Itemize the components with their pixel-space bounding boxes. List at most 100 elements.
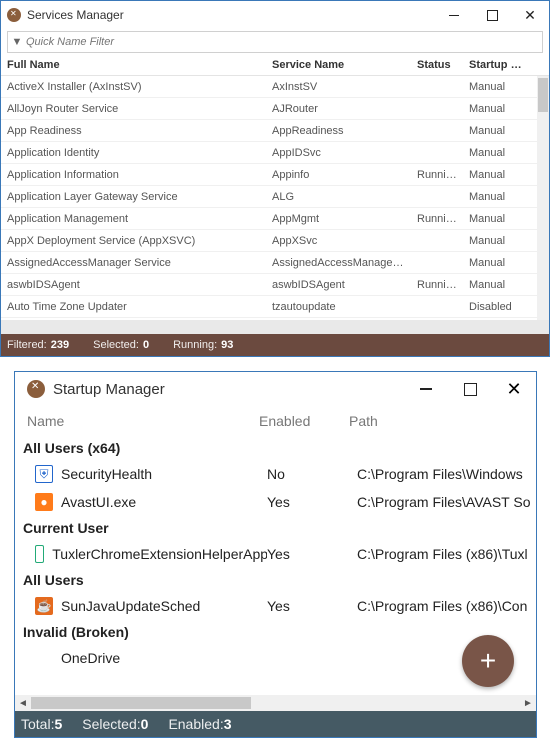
total-label: Total: (15, 716, 54, 732)
list-item[interactable]: ☕SunJavaUpdateSchedYesC:\Program Files (… (15, 592, 536, 620)
list-item[interactable]: OneDrive (15, 644, 536, 672)
cell-startup: Manual (463, 103, 533, 115)
minimize-button[interactable] (435, 1, 473, 29)
col-startup[interactable]: Startup Type (463, 59, 533, 71)
app-icon (27, 380, 45, 398)
cell-startup: Manual (463, 213, 533, 225)
section-header: Invalid (Broken) (15, 620, 536, 644)
status-bar: Total: 5 Selected: 0 Enabled: 3 (15, 711, 536, 737)
cell-enabled: Yes (267, 546, 357, 562)
table-row[interactable]: AssignedAccessManager ServiceAssignedAcc… (1, 252, 549, 274)
section-header: Current User (15, 516, 536, 540)
table-body: ActiveX Installer (AxInstSV)AxInstSV Manu… (1, 76, 549, 320)
cell-path: C:\Program Files (x86)\Con (357, 598, 536, 614)
cell-status: Running (411, 279, 463, 291)
section-header: All Users (x64) (15, 436, 536, 460)
cell-path: C:\Program Files (x86)\Tuxl (357, 546, 536, 562)
vertical-scrollbar[interactable] (537, 76, 549, 320)
cell-fullname: AllJoyn Router Service (1, 103, 266, 115)
enabled-value: 3 (224, 716, 246, 732)
cell-servicename: tzautoupdate (266, 301, 411, 313)
cell-fullname: App Readiness (1, 125, 266, 137)
window-title: Services Manager (27, 8, 435, 22)
cell-fullname: ActiveX Installer (AxInstSV) (1, 81, 266, 93)
scrollbar-thumb[interactable] (31, 697, 251, 709)
cell-servicename: AxInstSV (266, 81, 411, 93)
cell-fullname: Application Information (1, 169, 266, 181)
add-button[interactable]: + (462, 635, 514, 687)
list-item[interactable]: ⛨SecurityHealthNoC:\Program Files\Window… (15, 460, 536, 488)
selected-label: Selected: (76, 716, 140, 732)
filtered-value: 239 (51, 339, 83, 351)
selected-value: 0 (141, 716, 163, 732)
titlebar[interactable]: Services Manager ✕ (1, 1, 549, 29)
bottom-shade (1, 320, 549, 334)
maximize-button[interactable] (473, 1, 511, 29)
horizontal-scrollbar[interactable]: ◄ ► (15, 695, 536, 711)
table-row[interactable]: Avast Antivirusavast! AntivirusRunningAu… (1, 318, 549, 320)
total-value: 5 (54, 716, 76, 732)
cell-fullname: Application Layer Gateway Service (1, 191, 266, 203)
table-row[interactable]: Application ManagementAppMgmtRunningManu… (1, 208, 549, 230)
avast-icon: ● (35, 493, 53, 511)
app-icon (7, 8, 21, 22)
table-row[interactable]: Auto Time Zone UpdatertzautoupdateDisabl… (1, 296, 549, 318)
cell-name: OneDrive (35, 650, 267, 666)
table-row[interactable]: Application IdentityAppIDSvcManual (1, 142, 549, 164)
filter-input[interactable] (26, 36, 542, 48)
col-fullname[interactable]: Full Name (1, 59, 266, 71)
scroll-track[interactable] (31, 695, 520, 711)
cell-servicename: Appinfo (266, 169, 411, 181)
table-row[interactable]: App ReadinessAppReadiness Manual (1, 120, 549, 142)
cell-name: ●AvastUI.exe (35, 493, 267, 511)
filter-icon: ▼ (8, 36, 26, 48)
table-row[interactable]: Application InformationAppinfoRunningMan… (1, 164, 549, 186)
col-enabled[interactable]: Enabled (259, 413, 349, 429)
java-icon: ☕ (35, 597, 53, 615)
table-row[interactable]: AppX Deployment Service (AppXSVC)AppXSvc… (1, 230, 549, 252)
cell-servicename: AssignedAccessManagerSvc (266, 257, 411, 269)
cell-name: ⛨SecurityHealth (35, 465, 267, 483)
table-row[interactable]: ActiveX Installer (AxInstSV)AxInstSVManu… (1, 76, 549, 98)
titlebar[interactable]: Startup Manager ✕ (15, 372, 536, 406)
table-row[interactable]: aswbIDSAgentaswbIDSAgentRunningManual (1, 274, 549, 296)
startup-manager-window: Startup Manager ✕ Name Enabled Path All … (14, 371, 537, 738)
table-header: Name Enabled Path (15, 406, 536, 436)
scroll-right-icon[interactable]: ► (520, 698, 536, 709)
window-title: Startup Manager (53, 381, 404, 398)
enabled-label: Enabled: (162, 716, 223, 732)
list-item[interactable]: ●AvastUI.exeYesC:\Program Files\AVAST So (15, 488, 536, 516)
shield-icon: ⛨ (35, 465, 53, 483)
table-row[interactable]: AllJoyn Router ServiceAJRouter Manual (1, 98, 549, 120)
col-name[interactable]: Name (27, 413, 259, 429)
cell-enabled: Yes (267, 598, 357, 614)
selected-label: Selected: (87, 339, 139, 351)
cell-fullname: Auto Time Zone Updater (1, 301, 266, 313)
maximize-button[interactable] (448, 372, 492, 406)
cell-servicename: AppReadiness (266, 125, 411, 137)
col-path[interactable]: Path (349, 413, 524, 429)
selected-value: 0 (143, 339, 163, 351)
close-button[interactable]: ✕ (492, 372, 536, 406)
col-servicename[interactable]: Service Name (266, 59, 411, 71)
cell-fullname: AppX Deployment Service (AppXSVC) (1, 235, 266, 247)
startup-list: All Users (x64)⛨SecurityHealthNoC:\Progr… (15, 436, 536, 695)
cell-status: Running (411, 213, 463, 225)
close-button[interactable]: ✕ (511, 1, 549, 29)
minimize-button[interactable] (404, 372, 448, 406)
running-label: Running: (167, 339, 217, 351)
table-header: Full Name Service Name Status Startup Ty… (1, 54, 549, 76)
col-status[interactable]: Status (411, 59, 463, 71)
filter-row: ▼ (7, 31, 543, 53)
cell-startup: Manual (463, 191, 533, 203)
list-item[interactable]: ◐TuxlerChromeExtensionHelperAppYesC:\Pro… (15, 540, 536, 568)
cell-servicename: AJRouter (266, 103, 411, 115)
cell-path: C:\Program Files\Windows (357, 466, 536, 482)
cell-startup: Manual (463, 279, 533, 291)
scrollbar-thumb[interactable] (538, 78, 548, 112)
tux-icon: ◐ (35, 545, 44, 563)
cell-startup: Manual (463, 125, 533, 137)
scroll-left-icon[interactable]: ◄ (15, 698, 31, 709)
table-row[interactable]: Application Layer Gateway ServiceALGManu… (1, 186, 549, 208)
cell-enabled: Yes (267, 494, 357, 510)
